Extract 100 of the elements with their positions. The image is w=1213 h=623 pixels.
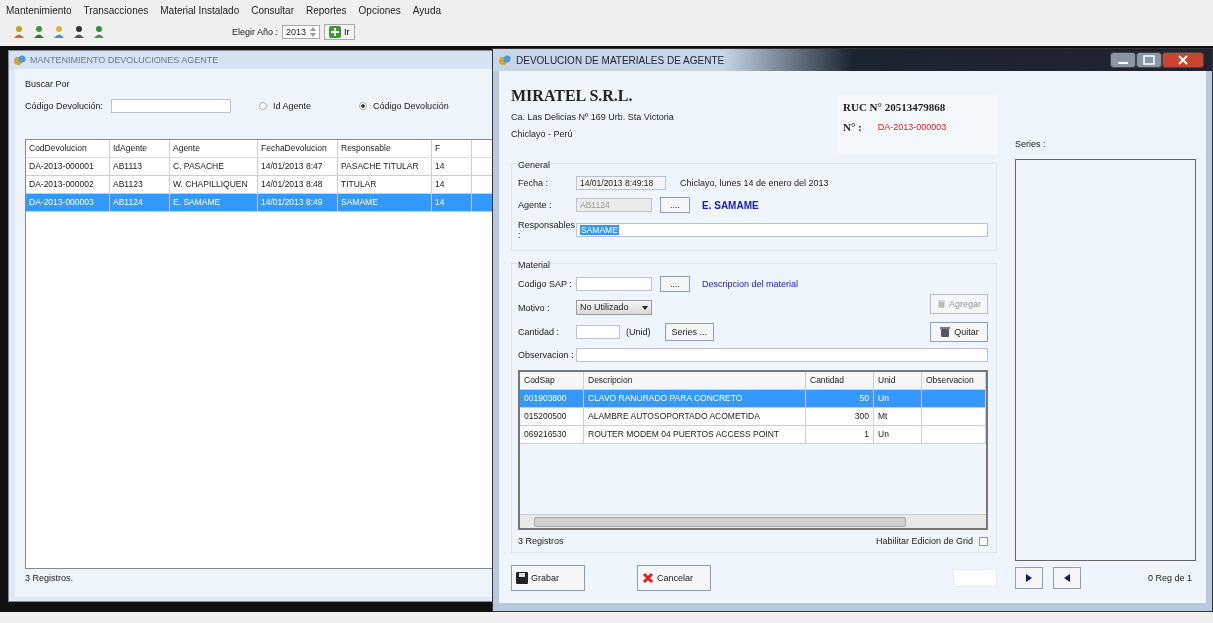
horizontal-scrollbar[interactable] bbox=[520, 514, 986, 528]
plus-icon bbox=[329, 26, 342, 38]
quantity-field[interactable] bbox=[576, 325, 620, 339]
record-count: 3 Registros bbox=[518, 536, 564, 546]
table-cell: 14/01/2013 8:49 bbox=[258, 194, 338, 211]
pager-text: 0 Reg de 1 bbox=[1147, 573, 1192, 583]
group-label: Material bbox=[518, 260, 550, 270]
table-cell: DA-2013-000003 bbox=[26, 194, 110, 211]
caret-icon bbox=[642, 305, 648, 310]
field-label: Codigo SAP : bbox=[518, 279, 573, 289]
table-cell: Mt bbox=[874, 408, 922, 425]
save-button[interactable]: Grabar bbox=[511, 565, 585, 591]
menu-item[interactable]: Material Instalado bbox=[160, 5, 240, 20]
table-cell: 14/01/2013 8:47 bbox=[258, 158, 338, 175]
series-label: Series : bbox=[1015, 139, 1047, 149]
previous-button[interactable] bbox=[1053, 567, 1081, 589]
column-header[interactable]: Responsable bbox=[338, 140, 432, 157]
menu-item[interactable]: Opciones bbox=[358, 5, 401, 20]
year-spinner[interactable]: 2013 bbox=[282, 25, 321, 39]
column-header[interactable]: Descripcion bbox=[584, 372, 806, 389]
window-icon bbox=[499, 54, 511, 66]
table-cell: 14 bbox=[432, 194, 472, 211]
table-cell: 50 bbox=[806, 390, 874, 407]
field-label: Agente : bbox=[518, 200, 553, 210]
series-button[interactable]: Series ... bbox=[664, 323, 715, 341]
table-cell: ROUTER MODEM 04 PUERTOS ACCESS POINT bbox=[584, 426, 806, 443]
material-description: Descripcion del material bbox=[702, 279, 799, 289]
table-cell: Un bbox=[874, 390, 922, 407]
ruc-number: RUC N° 20513479868 bbox=[843, 101, 947, 113]
table-cell: E. SAMAME bbox=[170, 194, 258, 211]
column-header[interactable]: FechaDevolucion bbox=[258, 140, 338, 157]
checkbox[interactable] bbox=[979, 536, 988, 546]
number-label: N° : bbox=[843, 121, 862, 133]
checkbox-label[interactable]: Habilitar Edicion de Grid bbox=[875, 536, 973, 546]
right-triangle-icon bbox=[1026, 574, 1032, 582]
table-cell: ALAMBRE AUTOSOPORTADO ACOMETIDA bbox=[584, 408, 806, 425]
maximize-icon[interactable] bbox=[1136, 52, 1162, 68]
company-address: Ca. Las Delicias Nº 169 Urb. Sta Victoria bbox=[511, 112, 674, 122]
observation-field[interactable] bbox=[576, 348, 988, 362]
menu-item[interactable]: Consultar bbox=[251, 5, 294, 20]
date-field[interactable]: 14/01/2013 8:49:18 bbox=[576, 176, 666, 190]
table-cell: 1 bbox=[806, 426, 874, 443]
table-cell: 14/01/2013 8:48 bbox=[258, 176, 338, 193]
table-row[interactable]: 069216530 ROUTER MODEM 04 PUERTOS ACCESS POINT 1 Un bbox=[520, 426, 986, 444]
table-cell: AB1113 bbox=[110, 158, 170, 175]
column-header[interactable]: F bbox=[432, 140, 472, 157]
company-city: Chiclayo - Perú bbox=[511, 129, 574, 139]
table-cell: 001903800 bbox=[520, 390, 584, 407]
company-name: MIRATEL S.R.L. bbox=[511, 87, 634, 105]
table-cell: TITULAR bbox=[338, 176, 432, 193]
go-button[interactable]: Ir bbox=[324, 24, 355, 40]
person-icon[interactable] bbox=[72, 25, 86, 39]
table-cell: CLAVO RANURADO PARA CONCRETO bbox=[584, 390, 806, 407]
table-cell: 14 bbox=[432, 176, 472, 193]
page-field[interactable] bbox=[953, 569, 997, 587]
person-icon[interactable] bbox=[32, 25, 46, 39]
column-header[interactable]: CodSap bbox=[520, 372, 584, 389]
column-header[interactable]: Observacion bbox=[922, 372, 986, 389]
table-cell: 14 bbox=[432, 158, 472, 175]
group-label: Buscar Por bbox=[25, 79, 71, 89]
menu-item[interactable]: Reportes bbox=[306, 5, 347, 20]
agent-name: E. SAMAME bbox=[702, 199, 759, 211]
next-button[interactable] bbox=[1015, 567, 1043, 589]
search-field[interactable] bbox=[111, 99, 232, 113]
close-icon[interactable] bbox=[1162, 52, 1204, 68]
code-field[interactable] bbox=[576, 277, 652, 291]
window-icon bbox=[14, 54, 26, 66]
cross-icon bbox=[642, 572, 654, 584]
column-header[interactable]: IdAgente bbox=[110, 140, 170, 157]
spinner-arrows-icon[interactable] bbox=[310, 27, 317, 37]
reason-dropdown[interactable]: No Utilizado bbox=[576, 300, 652, 315]
menu-item[interactable]: Ayuda bbox=[412, 5, 442, 20]
table-cell: DA-2013-000002 bbox=[26, 176, 110, 193]
menu-item[interactable]: Mantenimiento bbox=[6, 5, 72, 20]
column-header[interactable]: Unid bbox=[874, 372, 922, 389]
table-cell: 069216530 bbox=[520, 426, 584, 443]
table-cell: AB1123 bbox=[110, 176, 170, 193]
browse-button[interactable]: .... bbox=[660, 276, 690, 292]
radio-button[interactable] bbox=[359, 102, 368, 110]
field-label: Código Devolución: bbox=[25, 101, 104, 111]
date-text: Chiclayo, lunes 14 de enero del 2013 bbox=[680, 178, 829, 188]
radio-label[interactable]: Id Agente bbox=[273, 101, 312, 111]
column-header[interactable]: Agente bbox=[170, 140, 258, 157]
add-icon bbox=[937, 298, 946, 310]
table-row[interactable]: 015200500 ALAMBRE AUTOSOPORTADO ACOMETIDA 300 Mt bbox=[520, 408, 986, 426]
radio-button[interactable] bbox=[259, 102, 268, 110]
left-triangle-icon bbox=[1064, 574, 1070, 582]
document-number: DA-2013-000003 bbox=[877, 122, 947, 132]
table-cell: Un bbox=[874, 426, 922, 443]
column-header[interactable]: CodDevolucion bbox=[26, 140, 110, 157]
field-label: Observacion : bbox=[518, 350, 575, 360]
menu-item[interactable]: Transacciones bbox=[83, 5, 149, 20]
trash-icon bbox=[939, 326, 952, 338]
column-header[interactable]: Cantidad bbox=[806, 372, 874, 389]
radio-label[interactable]: Código Devolución bbox=[373, 101, 449, 111]
cancel-button[interactable]: Cancelar bbox=[637, 565, 711, 591]
remove-button[interactable]: Quitar bbox=[930, 322, 988, 342]
table-cell: SAMAME bbox=[338, 194, 432, 211]
minimize-icon[interactable] bbox=[1110, 52, 1136, 68]
browse-button[interactable]: .... bbox=[660, 197, 690, 213]
